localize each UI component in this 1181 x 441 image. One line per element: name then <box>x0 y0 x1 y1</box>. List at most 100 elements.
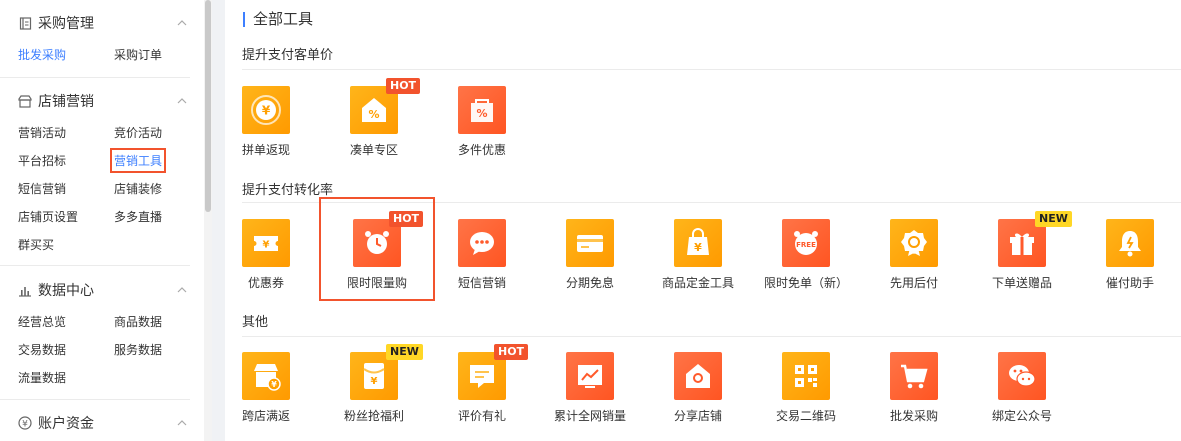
bell-icon <box>1106 219 1154 267</box>
document-icon <box>18 16 32 30</box>
tool-label: 优惠券 <box>247 276 284 290</box>
tool-label: 多件优惠 <box>457 143 506 157</box>
nav-wholesale-purchase[interactable]: 批发采购 <box>18 46 66 63</box>
group-title: 提升支付客单价 <box>242 48 334 63</box>
tool-label: 短信营销 <box>457 276 506 290</box>
hot-badge: HOT <box>386 78 421 94</box>
svg-text:¥: ¥ <box>271 380 277 389</box>
yen-bag-icon: ¥ <box>674 219 722 267</box>
nav-platform-tenders[interactable]: 平台招标 <box>18 152 66 169</box>
tool-payment-reminder[interactable]: 催付助手 <box>1076 219 1181 291</box>
tool-label: 评价有礼 <box>457 409 506 423</box>
title-accent-bar <box>243 12 245 27</box>
tool-total-sales[interactable]: 累计全网销量 <box>536 352 644 424</box>
tool-label: 跨店满返 <box>241 409 290 423</box>
yen-medal-icon: ¥ <box>242 86 290 134</box>
tool-label: 粉丝抢福利 <box>343 409 404 423</box>
tool-group-cashback[interactable]: ¥ 拼单返现 <box>212 86 320 158</box>
svg-text:¥: ¥ <box>22 419 28 429</box>
discount-bag-icon: % <box>458 86 506 134</box>
divider <box>0 265 190 266</box>
divider <box>242 69 1181 70</box>
hot-badge: HOT <box>494 344 529 360</box>
tool-label: 累计全网销量 <box>553 409 626 423</box>
nav-purchase-orders[interactable]: 采购订单 <box>114 46 162 63</box>
page-title: 全部工具 <box>253 10 314 28</box>
qr-code-icon <box>782 352 830 400</box>
cart-icon <box>890 352 938 400</box>
group-title: 其他 <box>242 315 269 330</box>
nav-sms-marketing[interactable]: 短信营销 <box>18 180 66 197</box>
tool-label: 先用后付 <box>889 276 938 290</box>
tool-label: 限时限量购 <box>346 276 407 290</box>
section-header-purchasing[interactable]: 采购管理 <box>18 13 190 33</box>
tool-free-order[interactable]: FREE 限时免单（新） <box>752 219 860 291</box>
scrollbar-thumb[interactable] <box>205 0 211 212</box>
tool-review-rewards[interactable]: HOT 评价有礼 <box>428 344 536 424</box>
tool-label: 分享店铺 <box>673 409 722 423</box>
tool-bundle-zone[interactable]: % HOT 凑单专区 <box>320 78 428 158</box>
tool-pay-later[interactable]: 先用后付 <box>860 219 968 291</box>
tool-sms-marketing[interactable]: 短信营销 <box>428 219 536 291</box>
tool-gift-with-order[interactable]: NEW 下单送赠品 <box>968 211 1076 291</box>
tool-deposit[interactable]: ¥ 商品定金工具 <box>644 219 752 291</box>
section-header-data-center[interactable]: 数据中心 <box>18 280 190 300</box>
tool-multi-item-discount[interactable]: % 多件优惠 <box>428 86 536 158</box>
tool-label: 拼单返现 <box>241 143 290 157</box>
tool-wholesale-purchase[interactable]: 批发采购 <box>860 352 968 424</box>
tool-flash-sale[interactable]: HOT 限时限量购 <box>319 197 435 301</box>
nav-transaction-data[interactable]: 交易数据 <box>18 341 66 358</box>
tool-bind-official-account[interactable]: 绑定公众号 <box>968 352 1076 424</box>
trend-chart-icon <box>566 352 614 400</box>
yen-circle-icon: ¥ <box>18 416 32 430</box>
nav-service-data[interactable]: 服务数据 <box>114 341 162 358</box>
divider <box>0 399 190 400</box>
chevron-up-icon[interactable] <box>176 17 188 29</box>
credit-card-icon <box>566 219 614 267</box>
chevron-up-icon[interactable] <box>176 284 188 296</box>
svg-text:¥: ¥ <box>262 104 271 118</box>
tool-coupon[interactable]: ¥ 优惠券 <box>212 219 320 291</box>
chevron-up-icon[interactable] <box>176 417 188 429</box>
tool-cross-store-rebate[interactable]: ¥ 跨店满返 <box>212 352 320 424</box>
nav-traffic-data[interactable]: 流量数据 <box>18 369 66 386</box>
sidebar-scrollbar[interactable] <box>204 0 212 441</box>
nav-shop-decoration[interactable]: 店铺装修 <box>114 180 162 197</box>
tool-share-shop[interactable]: 分享店铺 <box>644 352 752 424</box>
tool-label: 商品定金工具 <box>661 276 734 290</box>
chat-bubble-icon <box>458 219 506 267</box>
svg-text:%: % <box>476 107 487 120</box>
badge-check-icon <box>890 219 938 267</box>
tool-label: 交易二维码 <box>775 409 836 423</box>
divider <box>0 77 190 78</box>
section-header-account-funds[interactable]: ¥ 账户资金 <box>18 413 190 433</box>
nav-business-overview[interactable]: 经营总览 <box>18 313 66 330</box>
tool-qr-code[interactable]: 交易二维码 <box>752 352 860 424</box>
new-badge: NEW <box>1035 211 1072 227</box>
free-alarm-icon: FREE <box>782 219 830 267</box>
tool-label: 催付助手 <box>1105 276 1154 290</box>
nav-product-data[interactable]: 商品数据 <box>114 313 162 330</box>
nav-group-buy[interactable]: 群买买 <box>18 236 54 253</box>
section-title: 数据中心 <box>38 283 94 299</box>
svg-text:¥: ¥ <box>694 241 702 254</box>
divider <box>242 336 1181 337</box>
tool-label: 下单送赠品 <box>991 276 1052 290</box>
nav-live-streaming[interactable]: 多多直播 <box>114 208 162 225</box>
nav-marketing-tools[interactable]: 营销工具 <box>109 148 167 173</box>
section-title: 店铺营销 <box>38 94 94 110</box>
nav-bidding-activities[interactable]: 竞价活动 <box>114 124 162 141</box>
section-header-marketing[interactable]: 店铺营销 <box>18 91 190 111</box>
bar-chart-icon <box>18 283 32 297</box>
nav-shop-page-settings[interactable]: 店铺页设置 <box>18 208 78 225</box>
tool-label: 绑定公众号 <box>991 409 1052 423</box>
chevron-up-icon[interactable] <box>176 95 188 107</box>
main-panel: 全部工具 提升支付客单价 ¥ 拼单返现 % HOT 凑单专区 % 多件优惠 提升… <box>225 0 1181 441</box>
tool-label: 限时免单（新） <box>763 276 848 290</box>
nav-marketing-activities[interactable]: 营销活动 <box>18 124 66 141</box>
group-title: 提升支付转化率 <box>242 183 334 198</box>
hot-badge: HOT <box>389 211 424 227</box>
tool-installment[interactable]: 分期免息 <box>536 219 644 291</box>
tool-label: 批发采购 <box>889 409 938 423</box>
tool-fan-benefits[interactable]: ¥ NEW 粉丝抢福利 <box>320 344 428 424</box>
